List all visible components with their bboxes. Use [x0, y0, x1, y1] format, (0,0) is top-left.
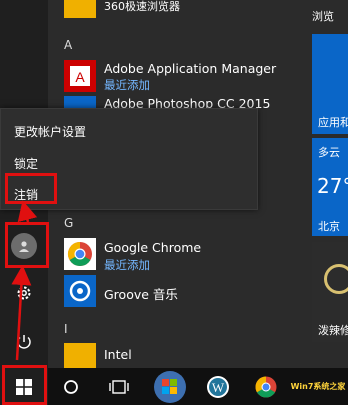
groove-music-icon [64, 275, 96, 307]
cortana-button[interactable] [48, 368, 94, 405]
app-tile-label: 应用和 [318, 116, 348, 129]
app-tile[interactable]: 应用和 [312, 34, 348, 134]
com-taskbar-button[interactable]: Win7系统之家 [290, 368, 346, 405]
com-badge: Win7系统之家 [290, 382, 346, 391]
photo-editor-label: 泼辣修 [318, 324, 348, 337]
windows-flag-icon [154, 370, 186, 403]
cortana-icon [64, 379, 78, 394]
highlight-sign-out [5, 173, 57, 204]
section-header-g[interactable]: G [64, 216, 73, 230]
section-header-a[interactable]: A [64, 38, 72, 52]
photo-editor-icon [324, 264, 348, 294]
change-account-settings-item[interactable]: 更改帐户设置 [14, 123, 86, 140]
chrome-taskbar-button[interactable] [244, 368, 288, 405]
task-view-button[interactable] [96, 368, 142, 405]
settings-button[interactable] [7, 276, 41, 310]
power-button[interactable] [7, 325, 41, 359]
app-groove-music[interactable]: Groove 音乐 [104, 284, 178, 303]
photo-editor-tile[interactable]: 泼辣修 [312, 242, 348, 342]
app-intel[interactable]: Intel [104, 347, 132, 362]
360-browser-icon [64, 0, 96, 18]
tiles-group-header: 浏览 [312, 10, 334, 23]
weather-city: 北京 [318, 220, 340, 233]
recently-added-label: 最近添加 [104, 78, 150, 92]
highlight-start-button [2, 365, 47, 405]
gear-icon [17, 286, 31, 300]
tile-area: 浏览 应用和 多云 27° 北京 泼辣修 [305, 0, 348, 368]
wordpress-button[interactable]: W [196, 368, 240, 405]
wordpress-icon: W [207, 375, 229, 398]
taskbar: W Win7系统之家 [0, 368, 348, 405]
google-chrome-icon [64, 238, 96, 270]
adobe-application-manager-icon: A [64, 60, 96, 92]
section-header-i[interactable]: I [64, 322, 68, 336]
highlight-user-avatar [5, 222, 49, 268]
weather-temperature: 27° [317, 174, 348, 198]
app-360-browser[interactable]: 360极速浏览器 [104, 0, 180, 14]
app-adobe-application-manager[interactable]: Adobe Application Manager [104, 61, 276, 76]
svg-text:W: W [212, 380, 225, 395]
svg-text:A: A [75, 69, 85, 85]
recently-added-label: 最近添加 [104, 258, 150, 272]
windows-media-button[interactable] [146, 368, 194, 405]
power-icon [17, 335, 31, 349]
weather-tile[interactable]: 多云 27° 北京 [312, 138, 348, 236]
lock-item[interactable]: 锁定 [14, 155, 38, 172]
task-view-icon [109, 379, 129, 394]
app-google-chrome[interactable]: Google Chrome [104, 240, 201, 255]
chrome-icon [255, 376, 277, 397]
weather-condition: 多云 [318, 146, 340, 159]
